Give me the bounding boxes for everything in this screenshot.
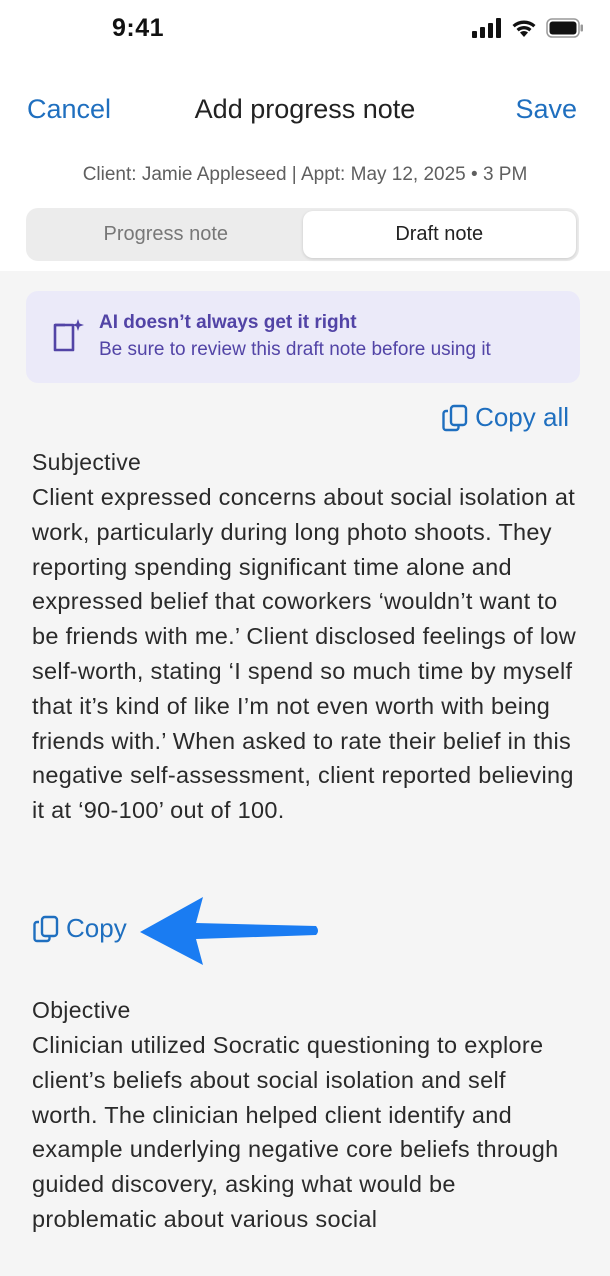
client-appointment-info: Client: Jamie Appleseed | Appt: May 12, … — [82, 164, 528, 185]
note-type-segmented-control: Progress note Draft note — [26, 208, 579, 261]
section-title-objective: Objective — [32, 997, 131, 1023]
copy-icon — [442, 404, 468, 431]
ai-disclaimer-subtitle: Be sure to review this draft note before… — [99, 339, 491, 360]
tab-draft-note[interactable]: Draft note — [302, 211, 576, 258]
annotation-arrow-icon — [140, 897, 318, 965]
ai-disclaimer-title: AI doesn’t always get it right — [99, 312, 357, 333]
copy-all-button[interactable]: Copy all — [441, 402, 569, 433]
navigation-bar: Cancel Add progress note Save — [0, 88, 610, 138]
ai-disclaimer-banner: AI doesn’t always get it right Be sure t… — [26, 291, 580, 383]
cellular-signal-icon — [472, 18, 501, 38]
section-body-subjective: Client expressed concerns about social i… — [32, 484, 577, 824]
draft-note-content: AI doesn’t always get it right Be sure t… — [0, 271, 610, 1276]
document-sparkle-icon — [53, 319, 84, 352]
section-title-subjective: Subjective — [32, 449, 142, 475]
tab-progress-note[interactable]: Progress note — [29, 211, 303, 258]
copy-all-label: Copy all — [475, 402, 569, 432]
copy-icon — [33, 915, 59, 942]
status-time: 9:41 — [112, 14, 165, 42]
save-button[interactable]: Save — [515, 94, 577, 125]
battery-icon — [546, 18, 583, 38]
copy-subjective-button[interactable]: Copy — [32, 913, 127, 944]
copy-subjective-label: Copy — [66, 913, 127, 943]
wifi-icon — [512, 20, 536, 37]
section-body-objective: Clinician utilized Socratic questioning … — [32, 1032, 559, 1232]
status-icons — [472, 18, 584, 38]
status-bar: 9:41 — [0, 0, 610, 60]
